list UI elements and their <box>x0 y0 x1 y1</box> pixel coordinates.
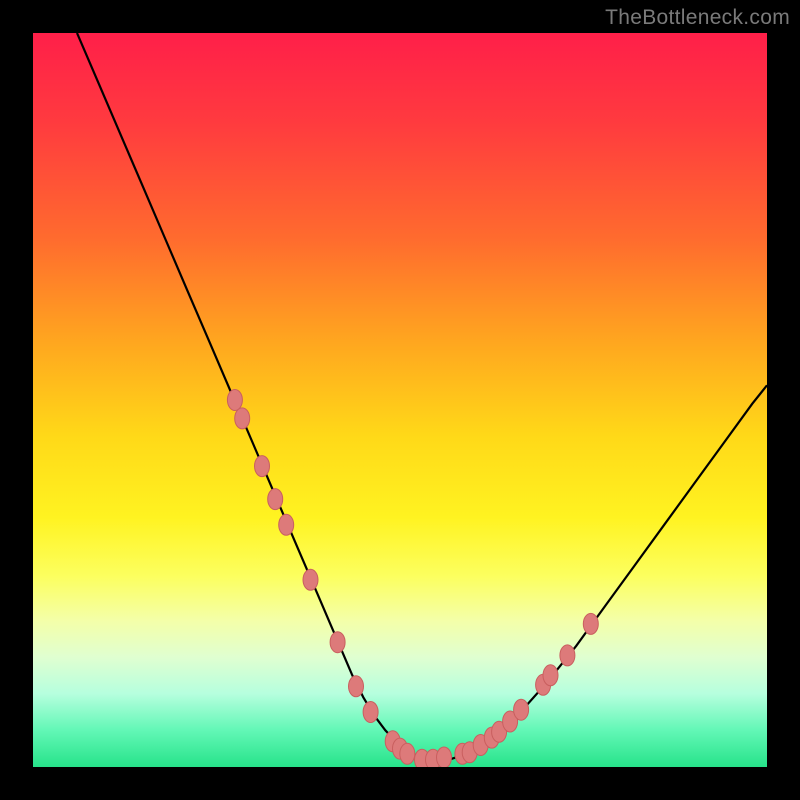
curve-marker <box>279 514 294 535</box>
curve-marker <box>268 489 283 510</box>
curve-markers <box>227 390 598 768</box>
plot-area <box>33 33 767 767</box>
chart-svg <box>33 33 767 767</box>
curve-marker <box>560 645 575 666</box>
curve-marker <box>583 613 598 634</box>
curve-marker <box>235 408 250 429</box>
curve-marker <box>400 743 415 764</box>
curve-marker <box>227 390 242 411</box>
chart-frame: TheBottleneck.com <box>0 0 800 800</box>
curve-marker <box>543 665 558 686</box>
curve-marker <box>349 676 364 697</box>
bottleneck-curve <box>77 33 767 760</box>
curve-marker <box>363 702 378 723</box>
watermark-text: TheBottleneck.com <box>605 6 790 30</box>
curve-marker <box>303 569 318 590</box>
curve-marker <box>437 747 452 767</box>
curve-marker <box>330 632 345 653</box>
curve-marker <box>255 456 270 477</box>
curve-marker <box>514 699 529 720</box>
